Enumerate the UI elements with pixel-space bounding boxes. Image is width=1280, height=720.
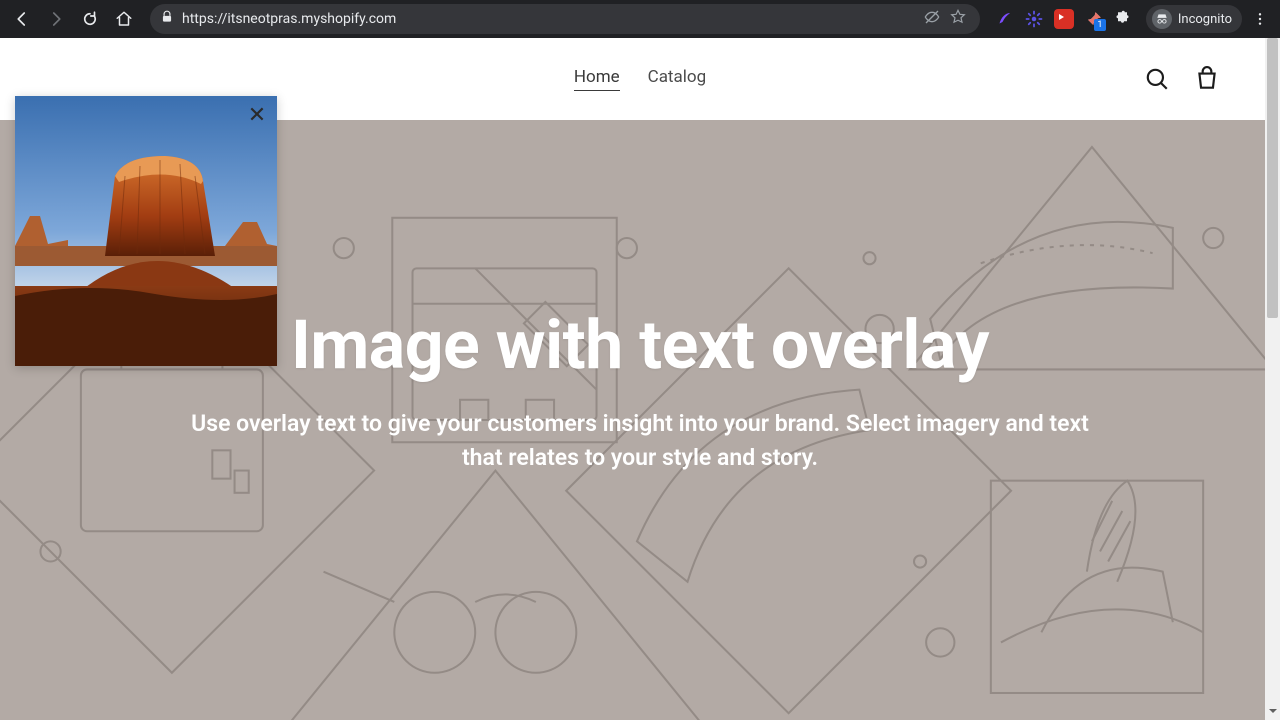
- header-actions: [1144, 38, 1220, 120]
- cart-icon[interactable]: [1194, 66, 1220, 92]
- scrollbar-thumb[interactable]: [1267, 38, 1278, 318]
- hero-title: Image with text overlay: [184, 305, 1096, 385]
- nav-link-catalog[interactable]: Catalog: [648, 67, 707, 91]
- close-icon[interactable]: ✕: [245, 104, 269, 128]
- home-button[interactable]: [110, 5, 138, 33]
- promo-popup: ✕: [15, 96, 277, 366]
- vertical-scrollbar[interactable]: [1265, 38, 1280, 720]
- page-viewport: Home Catalog: [0, 38, 1280, 720]
- forward-button[interactable]: [42, 5, 70, 33]
- browser-menu-button[interactable]: [1248, 11, 1272, 27]
- url-text: https://itsneotpras.myshopify.com: [182, 11, 916, 27]
- incognito-indicator[interactable]: Incognito: [1146, 5, 1242, 33]
- bookmark-star-icon[interactable]: [950, 9, 966, 29]
- extensions-menu-icon[interactable]: [1114, 9, 1134, 29]
- main-nav: Home Catalog: [574, 67, 706, 91]
- promo-image: [15, 96, 277, 366]
- incognito-icon: [1152, 9, 1172, 29]
- browser-toolbar: https://itsneotpras.myshopify.com 1: [0, 0, 1280, 38]
- eye-off-icon[interactable]: [924, 9, 940, 29]
- extension-record-icon[interactable]: [1054, 9, 1074, 29]
- nav-link-home[interactable]: Home: [574, 67, 620, 91]
- reload-button[interactable]: [76, 5, 104, 33]
- address-bar[interactable]: https://itsneotpras.myshopify.com: [150, 4, 980, 34]
- extension-feather-icon[interactable]: [994, 9, 1014, 29]
- extension-tray: 1: [992, 9, 1136, 29]
- hero-subtitle: Use overlay text to give your customers …: [184, 407, 1096, 476]
- search-icon[interactable]: [1144, 66, 1170, 92]
- hero-text: Image with text overlay Use overlay text…: [160, 305, 1120, 476]
- extension-pin-icon[interactable]: 1: [1084, 9, 1104, 29]
- lock-icon: [160, 10, 174, 28]
- extension-badge-count: 1: [1094, 19, 1106, 31]
- back-button[interactable]: [8, 5, 36, 33]
- extension-gear-icon[interactable]: [1024, 9, 1044, 29]
- incognito-label: Incognito: [1178, 12, 1232, 27]
- scrollbar-down-arrow[interactable]: [1265, 704, 1280, 718]
